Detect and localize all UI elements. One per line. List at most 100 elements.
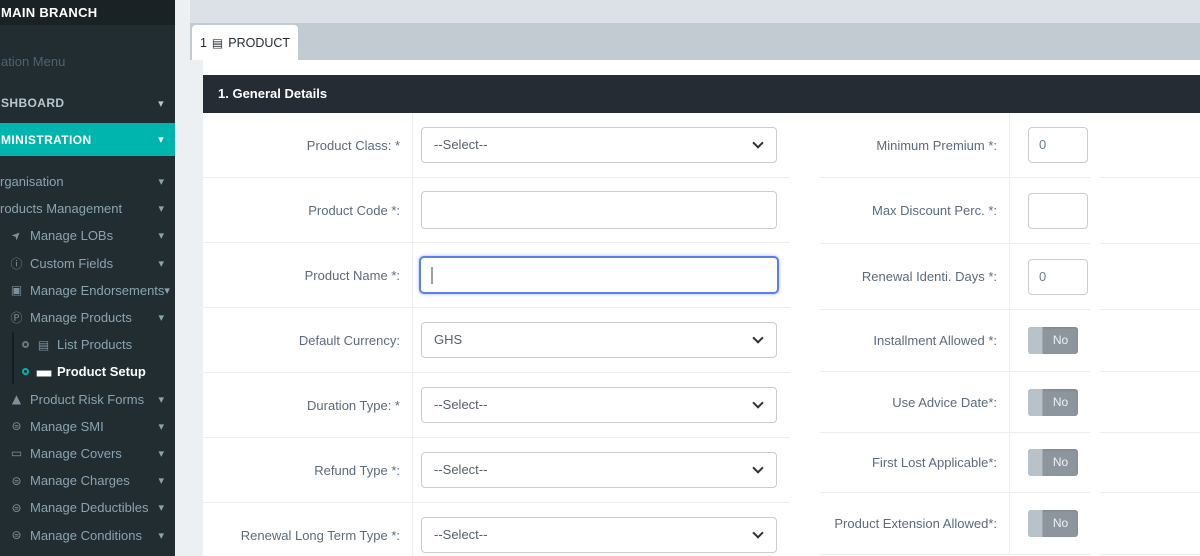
field-label: Renewal Identi. Days *:	[862, 269, 997, 284]
sidebar-item-label: Custom Fields	[30, 256, 113, 271]
caret-down-icon: ▾	[158, 202, 175, 215]
field-label-cell: Default Currency:	[203, 308, 413, 372]
sidebar-item-manage-charges[interactable]: ⊜Manage Charges▾	[0, 467, 175, 494]
field-control-cell: --Select--	[413, 387, 790, 423]
caret-down-icon: ▾	[158, 529, 175, 542]
field-control-cell	[413, 256, 790, 294]
field-label: Product Name *:	[305, 268, 400, 283]
sidebar-item-manage-lobs[interactable]: ➤Manage LOBs▾	[0, 222, 175, 249]
toggle-handle-icon	[1028, 389, 1043, 416]
sidebar-item-list-products[interactable]: ▤List Products	[0, 331, 175, 358]
caret-down-icon: ▾	[158, 175, 175, 188]
form-panel: 1. General Details Product Class: * --Sel…	[203, 60, 1200, 556]
form-row: Product Name *:	[203, 243, 790, 308]
field-label: Product Extension Allowed*:	[834, 516, 997, 531]
field-label: Use Advice Date*:	[892, 395, 997, 410]
field-label-cell: Installment Allowed *:	[820, 310, 1010, 371]
sidebar-item-label: Manage Charges	[30, 473, 130, 488]
banknote-icon: ▭	[9, 446, 24, 460]
caret-down-icon: ▾	[158, 447, 175, 460]
tab-number: 1	[200, 36, 207, 50]
product-class-select[interactable]: --Select--	[421, 127, 777, 163]
form-row: Minimum Premium *: 0	[820, 113, 1090, 178]
caret-down-icon: ▾	[158, 393, 175, 406]
sidebar-item-label: MINISTRATION	[1, 133, 92, 147]
sidebar-item-manage-products[interactable]: ⓅManage Products▾	[0, 304, 175, 331]
sidebar-item-label: SHBOARD	[1, 96, 64, 110]
select-value: --Select--	[434, 527, 487, 542]
default-currency-select[interactable]: GHS	[421, 322, 777, 358]
use-advice-date-toggle[interactable]: No	[1028, 389, 1078, 416]
field-label: Max Discount Perc. *:	[872, 203, 997, 218]
form-row: Max Discount Perc. *:	[820, 178, 1090, 244]
toggle-state-label: No	[1043, 389, 1078, 416]
field-control-cell: --Select--	[413, 517, 790, 553]
sidebar-item-custom-fields[interactable]: ⓘCustom Fields▾	[0, 250, 175, 277]
renewal-identi-days-input[interactable]: 0	[1028, 259, 1088, 295]
sidebar-item-product-setup[interactable]: ▄▄Product Setup	[0, 358, 175, 385]
sidebar-item-manage-smi[interactable]: ⊜Manage SMI▾	[0, 413, 175, 440]
field-control-cell: 0	[1010, 259, 1090, 295]
sidebar-item-manage-endorsements[interactable]: ▣Manage Endorsements▾	[0, 277, 175, 304]
navigation-menu-label: ation Menu	[0, 54, 175, 74]
minimum-premium-input[interactable]: 0	[1028, 127, 1088, 163]
sidebar: MAIN BRANCH ation Menu SHBOARD▾MINISTRAT…	[0, 0, 175, 556]
field-label-cell: Max Discount Perc. *:	[820, 178, 1010, 243]
caret-down-icon: ▾	[158, 97, 175, 110]
form-row: Minimum Lon	[1100, 113, 1200, 178]
tab-product[interactable]: 1 ▤ PRODUCT	[192, 25, 298, 60]
section-title: 1. General Details	[203, 75, 1200, 113]
product-name-input[interactable]	[419, 256, 779, 294]
tree-bullet-icon	[22, 368, 29, 375]
sidebar-item-ministration[interactable]: MINISTRATION ▾	[0, 123, 175, 156]
caret-down-icon: ▾	[158, 229, 175, 242]
renewal-long-term-type-select[interactable]: --Select--	[421, 517, 777, 553]
form-row: Product Class: * --Select--	[203, 113, 790, 178]
input-value: 0	[1039, 269, 1046, 284]
toggle-handle-icon	[1028, 327, 1043, 354]
toggle-state-label: No	[1043, 510, 1078, 537]
caret-down-icon: ▾	[164, 284, 181, 297]
field-label-cell: First Lost Applicable*:	[820, 433, 1010, 492]
sidebar-item-label: Product Risk Forms	[30, 392, 144, 407]
field-label: Duration Type: *	[307, 398, 400, 413]
refund-type-select[interactable]: --Select--	[421, 452, 777, 488]
field-control-cell: No	[1010, 449, 1090, 476]
field-label: Minimum Premium *:	[876, 138, 997, 153]
caret-down-icon: ▾	[158, 474, 175, 487]
form-column-right-truncated: Minimum LonRenewalAnnIAllow AdvicTerrori…	[1100, 113, 1200, 555]
sidebar-item-manage-conditions[interactable]: ⊜Manage Conditions▾	[0, 521, 175, 548]
form-row: Allow Advic	[1100, 372, 1200, 433]
sidebar-item-shboard[interactable]: SHBOARD ▾	[0, 88, 175, 118]
form-row: Default Currency:GHS	[203, 308, 790, 373]
first-lost-applicable-toggle[interactable]: No	[1028, 449, 1078, 476]
sidebar-item-product-risk-forms[interactable]: ▲Product Risk Forms▾	[0, 386, 175, 413]
form-row: Product Extension Allowed*: No	[820, 493, 1090, 555]
info-circle-icon: ⓘ	[9, 255, 24, 272]
select-value: --Select--	[434, 137, 487, 152]
chevron-down-icon	[752, 527, 763, 538]
sidebar-item-label: rganisation	[0, 174, 64, 189]
product-code-input[interactable]	[421, 191, 777, 229]
sidebar-item-rganisation[interactable]: rganisation ▾	[0, 168, 175, 195]
sidebar-item-label: roducts Management	[0, 201, 122, 216]
field-label-cell: Product Class: *	[203, 113, 413, 177]
sidebar-menu: SHBOARD▾MINISTRATION▾rganisation▾roducts…	[0, 88, 175, 549]
form-row: Installment Allowed *: No	[820, 310, 1090, 372]
installment-allowed-toggle[interactable]: No	[1028, 327, 1078, 354]
field-label-cell: Refund Type *:	[203, 438, 413, 502]
caret-down-icon: ▾	[158, 501, 175, 514]
caret-down-icon: ▾	[158, 133, 175, 146]
sidebar-item-label: Manage SMI	[30, 419, 104, 434]
tree-guide-line	[12, 332, 14, 384]
duration-type-select[interactable]: --Select--	[421, 387, 777, 423]
form-column-left: Product Class: *--Select--Product Code *…	[203, 113, 790, 556]
sidebar-item-manage-covers[interactable]: ▭Manage Covers▾	[0, 440, 175, 467]
sidebar-item-manage-deductibles[interactable]: ⊜Manage Deductibles▾	[0, 494, 175, 521]
field-control-cell	[1010, 193, 1090, 229]
field-control-cell: No	[1010, 389, 1090, 416]
field-label: Refund Type *:	[314, 463, 400, 478]
sidebar-item-roducts-management[interactable]: roducts Management ▾	[0, 195, 175, 222]
max-discount-perc-input[interactable]	[1028, 193, 1088, 229]
product-extension-allowed-toggle[interactable]: No	[1028, 510, 1078, 537]
